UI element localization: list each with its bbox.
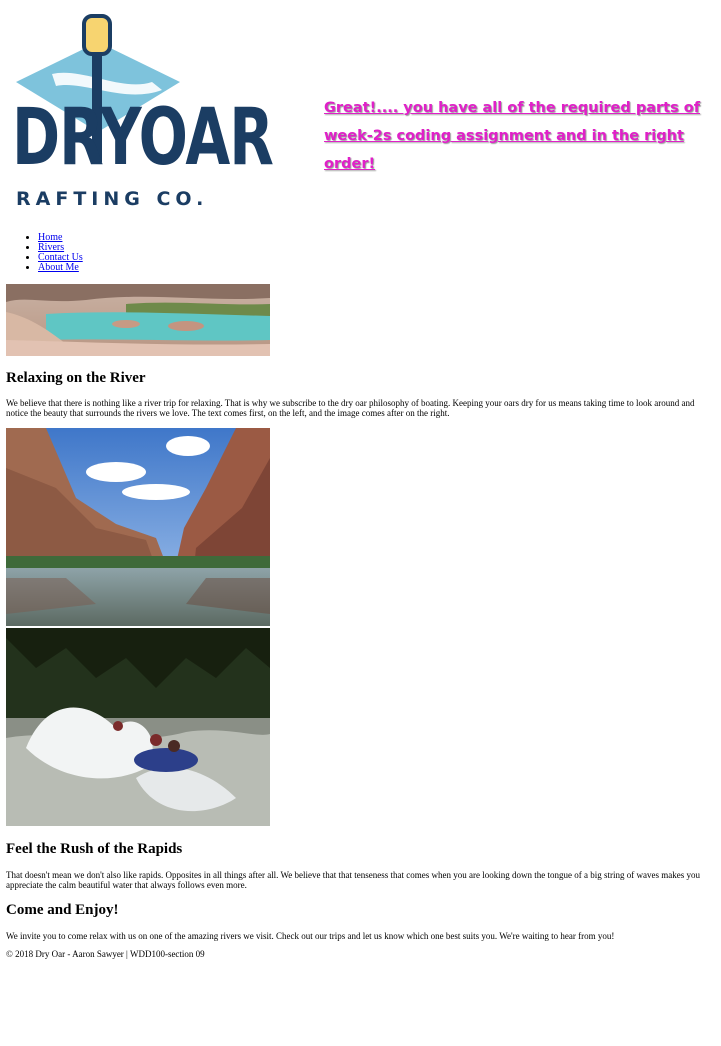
nav-link-about-me[interactable]: About Me <box>38 262 79 273</box>
section-text-relaxing: We believe that there is nothing like a … <box>6 398 695 418</box>
logo-tagline: RAFTING CO. <box>16 188 209 210</box>
canyon-river-photo <box>6 428 270 626</box>
dry-oar-logo: DRYOAR RAFTING CO. <box>12 12 274 214</box>
section-text-enjoy: We invite you to come relax with us on o… <box>6 931 615 941</box>
section-heading-relaxing: Relaxing on the River <box>6 370 146 386</box>
logo-wordmark: DRYOAR <box>12 91 274 184</box>
river-photo-turquoise <box>6 284 270 356</box>
section-text-rapids: That doesn't mean we don't also like rap… <box>6 870 700 890</box>
nav-item-about: About Me <box>38 263 83 273</box>
main-nav: Home Rivers Contact Us About Me <box>38 233 83 273</box>
assignment-banner: Great!.... you have all of the required … <box>324 100 701 172</box>
section-heading-enjoy: Come and Enjoy! <box>6 902 119 918</box>
rapids-rafting-photo <box>6 628 270 826</box>
section-heading-rapids: Feel the Rush of the Rapids <box>6 841 183 857</box>
footer-copyright: © 2018 Dry Oar - Aaron Sawyer | WDD100-s… <box>6 949 205 959</box>
